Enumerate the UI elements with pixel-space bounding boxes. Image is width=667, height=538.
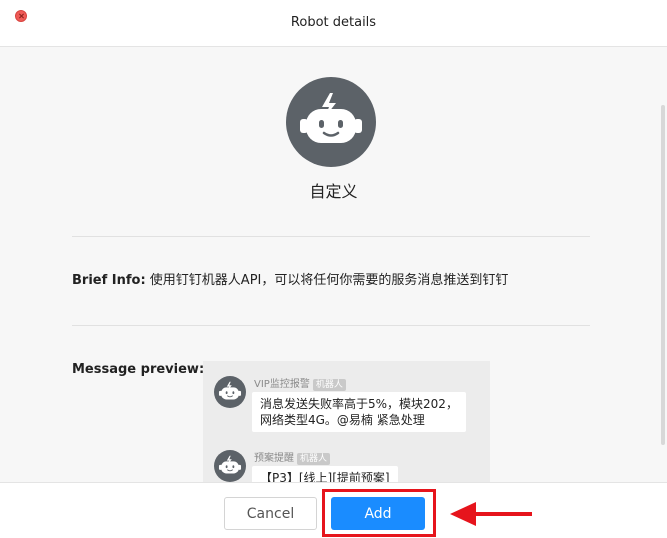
robot-avatar	[286, 77, 376, 167]
message-preview: VIP监控报警 机器人 消息发送失败率高于5%，模块202， 网络类型4G。@易楠…	[203, 361, 490, 482]
message-line: 网络类型4G。@易楠 紧急处理	[260, 413, 425, 427]
robot-icon	[214, 376, 246, 408]
robot-icon	[214, 450, 246, 482]
title-bar: Robot details	[0, 0, 667, 47]
scrollbar[interactable]	[661, 105, 665, 445]
message-line: 【P3】[线上][提前预案]	[260, 471, 390, 482]
message-line: 消息发送失败率高于5%，模块202，	[260, 397, 458, 411]
message-bubble: 【P3】[线上][提前预案]	[252, 466, 398, 482]
window-title: Robot details	[290, 15, 377, 30]
brief-info: Brief Info: 使用钉钉机器人API，可以将任何你需要的服务消息推送到钉…	[72, 272, 612, 290]
highlight-box	[322, 489, 436, 537]
message-sender: 预案提醒 机器人	[254, 449, 331, 465]
message-sender: VIP监控报警 机器人	[254, 375, 346, 391]
brief-info-text: 使用钉钉机器人API，可以将任何你需要的服务消息推送到钉钉	[149, 273, 509, 288]
divider	[72, 325, 590, 326]
cancel-button[interactable]: Cancel	[224, 497, 317, 530]
robot-details-content[interactable]: 自定义 Brief Info: 使用钉钉机器人API，可以将任何你需要的服务消息…	[0, 47, 667, 482]
message-bubble: 消息发送失败率高于5%，模块202， 网络类型4G。@易楠 紧急处理	[252, 392, 466, 432]
robot-name: 自定义	[309, 182, 358, 201]
arrow-left-icon	[450, 502, 532, 526]
robot-icon	[300, 93, 362, 143]
bot-tag: 机器人	[297, 453, 331, 465]
bot-tag: 机器人	[312, 379, 346, 391]
message-preview-label: Message preview:	[72, 362, 205, 377]
brief-info-label: Brief Info:	[72, 273, 146, 288]
sender-name: 预案提醒	[254, 453, 294, 464]
sender-name: VIP监控报警	[254, 379, 310, 390]
divider	[72, 236, 590, 237]
dialog-footer: Cancel Add	[0, 482, 667, 538]
